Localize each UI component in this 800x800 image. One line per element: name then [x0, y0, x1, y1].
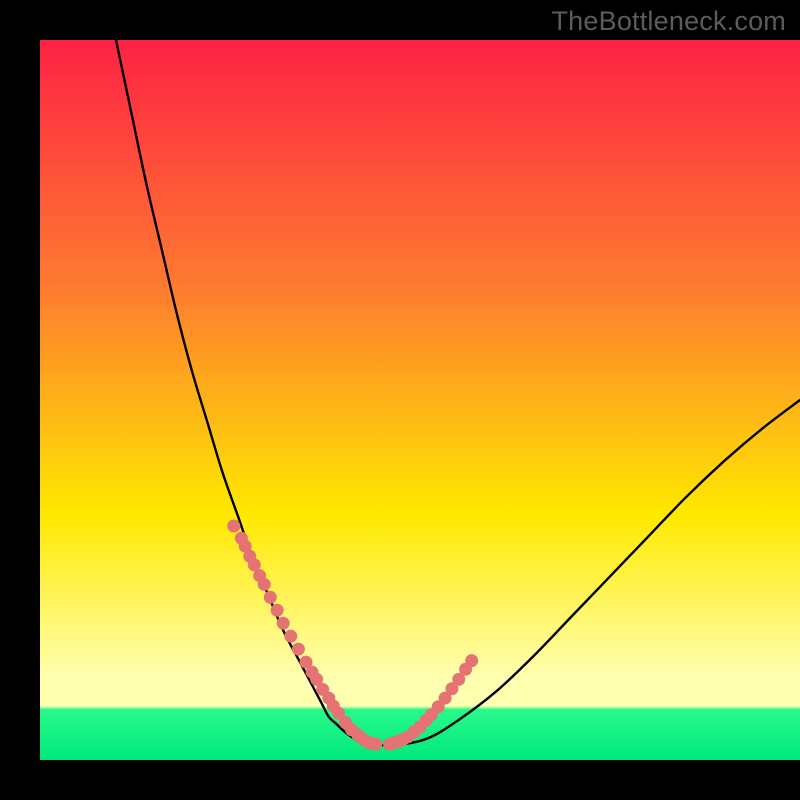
chart-frame: TheBottleneck.com	[0, 0, 800, 800]
data-marker	[227, 520, 240, 533]
data-marker	[271, 604, 284, 617]
data-marker	[369, 738, 382, 751]
plot-background	[40, 40, 800, 760]
bottleneck-plot	[0, 0, 800, 800]
data-marker	[465, 654, 478, 667]
data-marker	[277, 617, 290, 630]
data-marker	[284, 630, 297, 643]
watermark-text: TheBottleneck.com	[551, 6, 786, 37]
data-marker	[264, 591, 277, 604]
data-marker	[292, 643, 305, 656]
data-marker	[258, 578, 271, 591]
